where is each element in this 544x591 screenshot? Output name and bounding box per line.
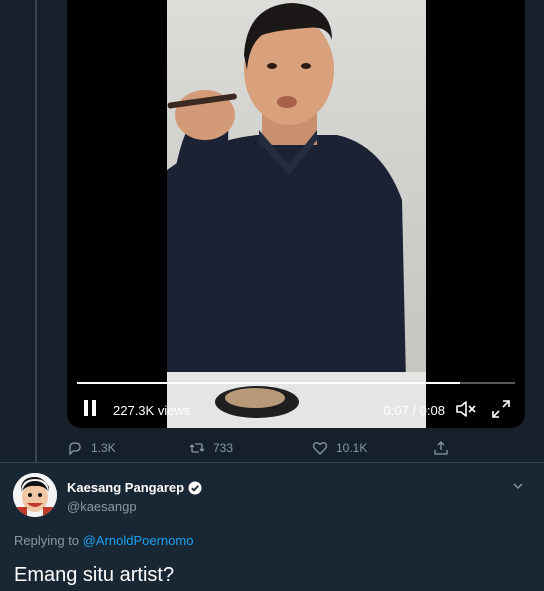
video-still-image [167,3,426,428]
video-frame [167,0,426,428]
like-icon [312,442,328,455]
author-handle[interactable]: @kaesangp [67,499,137,514]
mention-link[interactable]: @ArnoldPoernomo [83,533,194,548]
reply-button[interactable]: 1.3K [67,438,116,458]
tweet-actions: 1.3K 733 10.1K [67,438,467,458]
tweet-text: Emang situ artist? [14,564,175,586]
like-count: 10.1K [336,441,368,455]
author-name-text: Kaesang Pangarep [67,480,185,495]
video-player[interactable]: 227.3K views 0:07 / 0:08 [67,0,525,428]
volume-muted-icon[interactable] [455,399,477,419]
verified-badge-icon [188,481,202,494]
fullscreen-icon[interactable] [491,399,511,419]
retweet-count: 733 [213,441,234,455]
reply-tweet[interactable]: Kaesang Pangarep @kaesangp Replying to @… [0,463,544,591]
video-progress-bar[interactable] [77,382,515,384]
video-progress-fill [77,382,461,384]
share-button[interactable] [433,438,449,458]
video-time: 0:07 / 0:08 [383,403,445,418]
thread-connector-line [35,0,37,462]
author-name[interactable]: Kaesang Pangarep [67,480,202,495]
retweet-icon [189,443,205,453]
view-count: 227.3K views [113,403,191,418]
video-controls: 227.3K views 0:07 / 0:08 [67,392,525,426]
reply-count: 1.3K [91,441,116,455]
replying-prefix: Replying to [14,533,80,548]
chevron-down-icon[interactable] [511,479,525,493]
like-button[interactable]: 10.1K [312,438,367,458]
retweet-button[interactable]: 733 [189,438,233,458]
pause-icon[interactable] [83,400,97,416]
avatar-illustration [13,473,57,517]
reply-icon [69,442,81,456]
avatar[interactable] [13,473,57,517]
share-icon [434,441,448,455]
replying-to: Replying to @ArnoldPoernomo [14,533,193,548]
